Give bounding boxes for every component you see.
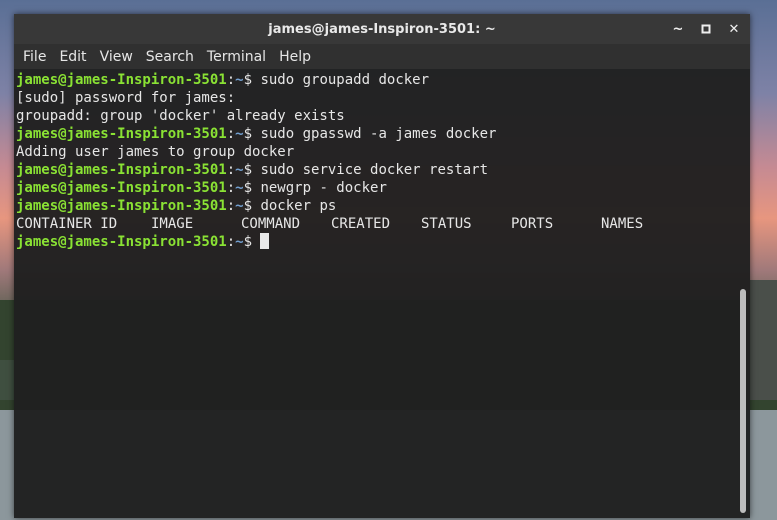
menu-search[interactable]: Search [141, 49, 199, 65]
title-bar[interactable]: james@james-Inspiron-3501: ~ ~ ✕ [14, 14, 750, 44]
header-command: COMMAND [241, 216, 301, 232]
prompt-user: james@james-Inspiron-3501 [16, 180, 227, 196]
command-text: sudo gpasswd -a james docker [260, 126, 497, 142]
current-prompt-line: james@james-Inspiron-3501:~$ [16, 233, 750, 251]
header-container-id: CONTAINER ID [16, 216, 118, 232]
header-status: STATUS [421, 216, 472, 232]
docker-ps-header: CONTAINER ID IMAGE COMMAND CREATED STATU… [16, 215, 750, 233]
prompt-user: james@james-Inspiron-3501 [16, 162, 227, 178]
terminal-lines: james@james-Inspiron-3501:~$ sudo groupa… [16, 71, 750, 215]
prompt-path: ~ [235, 180, 244, 196]
minimize-button[interactable]: ~ [668, 19, 688, 39]
prompt-user: james@james-Inspiron-3501 [16, 198, 227, 214]
prompt-path: ~ [235, 234, 244, 250]
prompt-path: ~ [235, 198, 244, 214]
menu-view[interactable]: View [95, 49, 138, 65]
prompt-user: james@james-Inspiron-3501 [16, 126, 227, 142]
terminal-window: james@james-Inspiron-3501: ~ ~ ✕ File Ed… [14, 14, 750, 518]
text-cursor [260, 233, 270, 249]
header-ports: PORTS [511, 216, 554, 232]
close-button[interactable]: ✕ [724, 19, 744, 39]
command-text: sudo groupadd docker [260, 72, 430, 88]
window-title: james@james-Inspiron-3501: ~ [268, 21, 496, 37]
menu-help[interactable]: Help [274, 49, 316, 65]
command-text: docker ps [260, 198, 337, 214]
terminal-output[interactable]: james@james-Inspiron-3501:~$ sudo groupa… [14, 69, 750, 518]
prompt-path: ~ [235, 72, 244, 88]
command-line: james@james-Inspiron-3501:~$ sudo groupa… [16, 72, 430, 88]
output-line: Adding user james to group docker [16, 144, 295, 160]
command-line: james@james-Inspiron-3501:~$ sudo servic… [16, 162, 489, 178]
output-line: [sudo] password for james: [16, 90, 236, 106]
menu-terminal[interactable]: Terminal [202, 49, 271, 65]
header-names: NAMES [601, 216, 644, 232]
header-created: CREATED [331, 216, 391, 232]
command-line: james@james-Inspiron-3501:~$ newgrp - do… [16, 180, 387, 196]
prompt-path: ~ [235, 126, 244, 142]
scrollbar[interactable] [740, 289, 746, 513]
window-controls: ~ ✕ [668, 14, 744, 44]
command-text: sudo service docker restart [260, 162, 489, 178]
menu-edit[interactable]: Edit [54, 49, 91, 65]
maximize-button[interactable] [696, 19, 716, 39]
command-text: newgrp - docker [260, 180, 387, 196]
prompt-user: james@james-Inspiron-3501 [16, 72, 227, 88]
maximize-icon [701, 24, 711, 34]
output-line: groupadd: group 'docker' already exists [16, 108, 345, 124]
header-image: IMAGE [151, 216, 194, 232]
menu-file[interactable]: File [18, 49, 51, 65]
command-line: james@james-Inspiron-3501:~$ sudo gpassw… [16, 126, 497, 142]
menu-bar: File Edit View Search Terminal Help [14, 44, 750, 69]
prompt-path: ~ [235, 162, 244, 178]
command-line: james@james-Inspiron-3501:~$ docker ps [16, 198, 337, 214]
prompt-user: james@james-Inspiron-3501 [16, 234, 227, 250]
